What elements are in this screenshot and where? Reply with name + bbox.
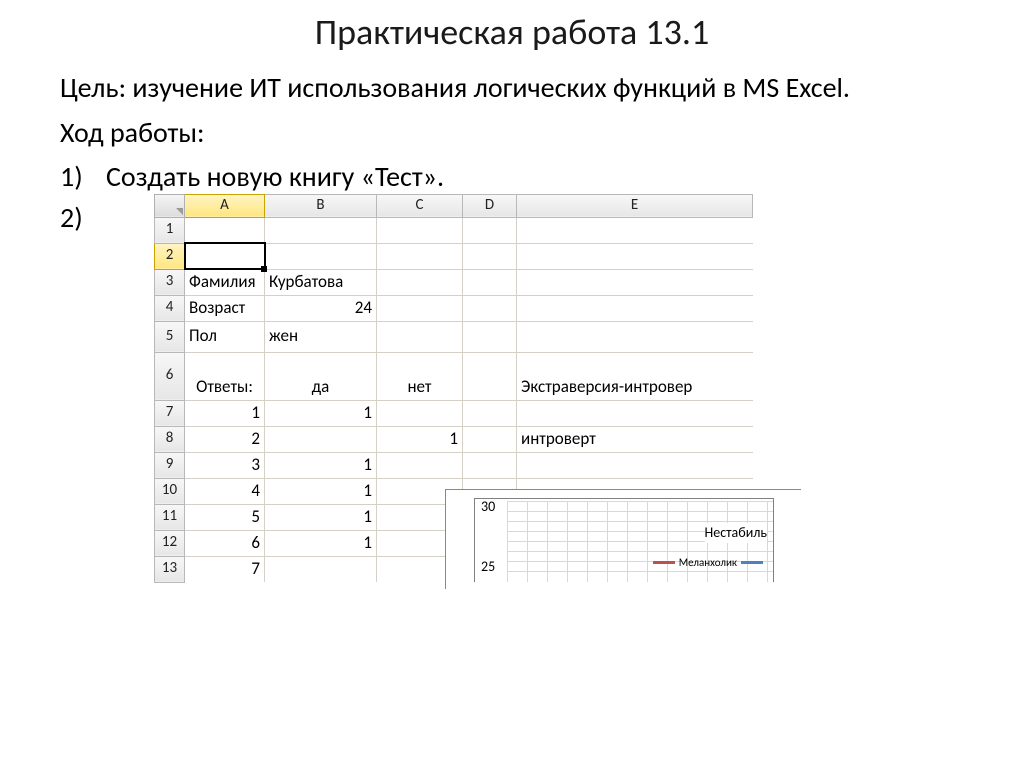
excel-screenshot: A B C D E 1 [154, 194, 753, 583]
cell[interactable]: Курбатова [265, 269, 377, 295]
chart-series-label: Меланхолик [653, 555, 763, 571]
cell[interactable]: 1 [185, 400, 265, 426]
row-header[interactable]: 8 [155, 426, 185, 452]
col-header-E[interactable]: E [517, 194, 753, 217]
cell[interactable] [185, 217, 265, 243]
row-header[interactable]: 3 [155, 269, 185, 295]
cell[interactable] [265, 426, 377, 452]
cell[interactable]: Экстраверсия-интровер [517, 352, 753, 400]
cell[interactable]: Ответы: [185, 352, 265, 400]
cell[interactable]: интроверт [517, 426, 753, 452]
cell[interactable] [463, 452, 517, 478]
cell[interactable] [377, 400, 463, 426]
series-swatch-icon [653, 561, 675, 564]
step-2: 2) A B C D E [60, 198, 964, 583]
cell[interactable]: 1 [377, 426, 463, 452]
cell[interactable]: Пол [185, 321, 265, 352]
cell[interactable] [463, 321, 517, 352]
col-header-C[interactable]: C [377, 194, 463, 217]
cell[interactable]: 7 [185, 556, 265, 582]
cell[interactable] [265, 243, 377, 269]
cell[interactable]: 1 [265, 504, 377, 530]
row-header[interactable]: 9 [155, 452, 185, 478]
cell[interactable] [377, 321, 463, 352]
cell[interactable]: 1 [265, 478, 377, 504]
cell[interactable]: нет [377, 352, 463, 400]
chart-fragment[interactable]: 30 25 Нестабиль Меланхолик [445, 489, 801, 589]
cell[interactable]: Возраст [185, 295, 265, 321]
row-header[interactable]: 6 [155, 352, 185, 400]
cell[interactable] [377, 295, 463, 321]
cell[interactable] [517, 269, 753, 295]
cell[interactable] [463, 426, 517, 452]
series-swatch-icon [741, 561, 763, 564]
cell[interactable]: да [265, 352, 377, 400]
cell[interactable]: Фамилия [185, 269, 265, 295]
step-1-num: 1) [60, 157, 106, 198]
step-1: 1) Создать новую книгу «Тест». [60, 157, 964, 198]
cell[interactable] [377, 243, 463, 269]
chart-legend-fragment: Нестабиль [705, 523, 767, 543]
cell[interactable]: 2 [185, 426, 265, 452]
cell[interactable] [377, 269, 463, 295]
cell[interactable] [517, 217, 753, 243]
col-header-A[interactable]: A [185, 194, 265, 217]
active-cell[interactable] [185, 243, 265, 269]
step-1-text: Создать новую книгу «Тест». [106, 157, 444, 198]
cell[interactable] [517, 295, 753, 321]
row-header[interactable]: 5 [155, 321, 185, 352]
cell[interactable]: 5 [185, 504, 265, 530]
cell[interactable] [377, 452, 463, 478]
col-header-B[interactable]: B [265, 194, 377, 217]
step-2-num: 2) [60, 198, 106, 583]
col-header-D[interactable]: D [463, 194, 517, 217]
row-header[interactable]: 12 [155, 530, 185, 556]
row-header[interactable]: 2 [155, 243, 185, 269]
cell[interactable] [265, 217, 377, 243]
select-all-corner[interactable] [155, 194, 185, 217]
cell[interactable] [377, 217, 463, 243]
workflow-label: Ход работы: [60, 113, 964, 154]
cell[interactable]: 24 [265, 295, 377, 321]
row-header[interactable]: 4 [155, 295, 185, 321]
cell[interactable] [517, 321, 753, 352]
cell[interactable]: 3 [185, 452, 265, 478]
cell[interactable]: жен [265, 321, 377, 352]
cell[interactable] [463, 352, 517, 400]
cell[interactable] [463, 217, 517, 243]
row-header[interactable]: 1 [155, 217, 185, 243]
row-header[interactable]: 7 [155, 400, 185, 426]
cell[interactable] [463, 400, 517, 426]
row-header[interactable]: 13 [155, 556, 185, 582]
cell[interactable]: 1 [265, 452, 377, 478]
cell[interactable] [463, 295, 517, 321]
slide-title: Практическая работа 13.1 [60, 10, 964, 54]
cell[interactable]: 4 [185, 478, 265, 504]
goal-text: Цель: изучение ИТ использования логическ… [60, 68, 964, 109]
cell[interactable]: 6 [185, 530, 265, 556]
chart-plot-area: 30 25 Нестабиль Меланхолик [474, 498, 774, 582]
chart-ytick-25: 25 [481, 557, 495, 577]
cell[interactable] [517, 452, 753, 478]
cell[interactable] [463, 269, 517, 295]
cell[interactable] [265, 556, 377, 582]
cell[interactable] [463, 243, 517, 269]
row-header[interactable]: 11 [155, 504, 185, 530]
cell[interactable] [517, 243, 753, 269]
row-header[interactable]: 10 [155, 478, 185, 504]
chart-ytick-30: 30 [481, 497, 495, 517]
cell[interactable]: 1 [265, 530, 377, 556]
cell[interactable]: 1 [265, 400, 377, 426]
cell[interactable] [517, 400, 753, 426]
